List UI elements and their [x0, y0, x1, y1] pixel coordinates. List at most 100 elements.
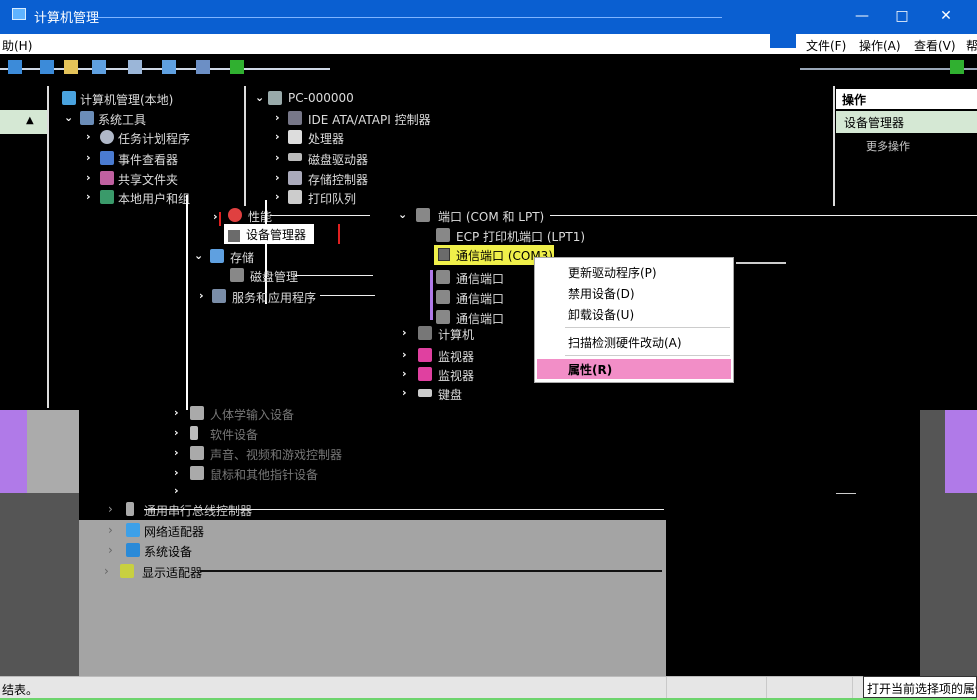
- tree-item-monitor-2[interactable]: 监视器: [438, 367, 474, 384]
- tree-item-usb[interactable]: 通用串行总线控制器: [144, 502, 252, 519]
- chevron-right-icon[interactable]: ›: [86, 130, 91, 143]
- properties-icon[interactable]: [128, 60, 142, 74]
- folder-icon: [126, 543, 140, 557]
- tree-item-network[interactable]: 网络适配器: [144, 523, 204, 540]
- chevron-right-icon[interactable]: ›: [108, 543, 113, 557]
- chevron-right-icon[interactable]: ›: [86, 171, 91, 184]
- tree-item-port-a[interactable]: 通信端口: [456, 270, 504, 287]
- tree-item-port-b[interactable]: 通信端口: [456, 290, 504, 307]
- menu-update-driver[interactable]: 更新驱动程序(P): [568, 264, 657, 281]
- tree-item-software[interactable]: 软件设备: [210, 426, 258, 443]
- chevron-down-icon[interactable]: ⌄: [398, 208, 407, 221]
- tree-item-task-scheduler[interactable]: 任务计划程序: [118, 130, 190, 147]
- help-icon[interactable]: [162, 60, 176, 74]
- tree-item-print-queue[interactable]: 打印队列: [308, 190, 356, 207]
- status-bar: 结表。: [0, 676, 977, 700]
- chevron-right-icon[interactable]: ›: [275, 190, 280, 203]
- menu-action[interactable]: 操作(A): [859, 37, 901, 54]
- menu-scan-hardware[interactable]: 扫描检测硬件改动(A): [568, 334, 682, 351]
- device-manager-label[interactable]: 设备管理器: [224, 224, 314, 244]
- chevron-right-icon[interactable]: ›: [213, 210, 218, 223]
- tree-item-sound[interactable]: 声音、视频和游戏控制器: [210, 446, 342, 463]
- chevron-right-icon[interactable]: ›: [174, 426, 179, 439]
- tree-item-computer[interactable]: 计算机: [438, 326, 474, 343]
- tree-item-keyboard[interactable]: 键盘: [438, 386, 462, 403]
- tree-item-pc[interactable]: PC-000000: [288, 91, 354, 105]
- left-collapse-bar[interactable]: ▲: [0, 110, 47, 134]
- actions-device-manager[interactable]: 设备管理器: [836, 111, 977, 133]
- tree-item-monitor[interactable]: 监视器: [438, 348, 474, 365]
- tree-item-lpt1[interactable]: ECP 打印机端口 (LPT1): [456, 228, 585, 245]
- tree-item-display[interactable]: 显示适配器: [142, 564, 202, 581]
- actions-more[interactable]: 更多操作: [866, 138, 910, 154]
- tree-item-event-viewer[interactable]: 事件查看器: [118, 151, 178, 168]
- menu-properties[interactable]: 属性(R): [568, 361, 612, 378]
- forward-icon[interactable]: [40, 60, 54, 74]
- chevron-down-icon[interactable]: ⌄: [255, 91, 264, 104]
- tree-item-local-users[interactable]: 本地用户和组: [118, 190, 190, 207]
- tree-item-ide[interactable]: IDE ATA/ATAPI 控制器: [308, 111, 431, 128]
- minimize-button[interactable]: —: [842, 4, 882, 28]
- right-dark-area: [666, 450, 836, 676]
- tree-item-storage-controllers[interactable]: 存储控制器: [308, 171, 368, 188]
- tree-item-performance[interactable]: 性能: [248, 208, 272, 225]
- menu-disable-device[interactable]: 禁用设备(D): [568, 285, 635, 302]
- chevron-down-icon[interactable]: ⌄: [64, 111, 73, 124]
- menu-help-fragment[interactable]: 助(H): [2, 37, 32, 54]
- tree-item-root[interactable]: 计算机管理(本地): [80, 91, 173, 108]
- chevron-right-icon[interactable]: ›: [86, 151, 91, 164]
- chevron-right-icon[interactable]: ›: [174, 466, 179, 479]
- show-tree-icon[interactable]: [92, 60, 106, 74]
- usb-icon: [126, 502, 134, 516]
- back-icon[interactable]: [8, 60, 22, 74]
- gray-block-left-lower: [0, 493, 79, 676]
- performance-icon: [228, 208, 242, 222]
- update-driver-icon[interactable]: [230, 60, 244, 74]
- chevron-right-icon[interactable]: ›: [108, 523, 113, 537]
- toolbar-right-icon[interactable]: [950, 60, 964, 74]
- disk-icon: [288, 153, 302, 161]
- chevron-right-icon[interactable]: ›: [402, 386, 407, 399]
- tree-item-system-devices[interactable]: 系统设备: [144, 543, 192, 560]
- chevron-right-icon[interactable]: ›: [174, 484, 179, 497]
- tree-item-ports[interactable]: 端口 (COM 和 LPT): [438, 208, 544, 225]
- chevron-right-icon[interactable]: ›: [86, 190, 91, 203]
- chevron-down-icon[interactable]: ⌄: [194, 249, 203, 262]
- chevron-right-icon[interactable]: ›: [275, 130, 280, 143]
- tree-item-storage[interactable]: 存储: [230, 249, 254, 266]
- chevron-right-icon[interactable]: ›: [402, 326, 407, 339]
- menu-view[interactable]: 查看(V): [914, 37, 956, 54]
- chevron-right-icon[interactable]: ›: [275, 151, 280, 164]
- tree-item-shared-folders[interactable]: 共享文件夹: [118, 171, 178, 188]
- close-button[interactable]: ✕: [926, 4, 966, 28]
- chevron-right-icon[interactable]: ›: [275, 111, 280, 124]
- chevron-right-icon[interactable]: ›: [174, 446, 179, 459]
- chevron-right-icon[interactable]: ›: [275, 171, 280, 184]
- status-tooltip: 打开当前选择项的属性: [863, 676, 977, 698]
- tree-item-disk-management[interactable]: 磁盘管理: [250, 268, 298, 285]
- menu-uninstall-device[interactable]: 卸载设备(U): [568, 306, 634, 323]
- tree-item-system-tools[interactable]: 系统工具: [98, 111, 146, 128]
- tree-item-port-c[interactable]: 通信端口: [456, 310, 504, 327]
- sound-icon: [190, 446, 204, 460]
- tree-item-services[interactable]: 服务和应用程序: [232, 289, 316, 306]
- tree-item-cpu[interactable]: 处理器: [308, 130, 344, 147]
- menu-file[interactable]: 文件(F): [806, 37, 846, 54]
- maximize-button[interactable]: □: [882, 4, 922, 28]
- tree-item-mouse[interactable]: 鼠标和其他指针设备: [210, 466, 318, 483]
- chevron-right-icon[interactable]: ›: [174, 406, 179, 419]
- chevron-right-icon[interactable]: ›: [108, 502, 113, 516]
- cpu-icon: [288, 130, 302, 144]
- tree-item-disk[interactable]: 磁盘驱动器: [308, 151, 368, 168]
- chevron-right-icon[interactable]: ›: [402, 348, 407, 361]
- services-icon: [212, 289, 226, 303]
- chevron-right-icon[interactable]: ›: [104, 564, 109, 578]
- chevron-right-icon[interactable]: ›: [199, 289, 204, 302]
- chevron-right-icon[interactable]: ›: [402, 367, 407, 380]
- up-icon[interactable]: [64, 60, 78, 74]
- context-menu: 更新驱动程序(P) 禁用设备(D) 卸载设备(U) 扫描检测硬件改动(A) 属性…: [534, 257, 734, 383]
- tree-item-hid[interactable]: 人体学输入设备: [210, 406, 294, 423]
- menu-help[interactable]: 帮: [966, 37, 977, 54]
- monitor-icon: [418, 348, 432, 362]
- scan-icon[interactable]: [196, 60, 210, 74]
